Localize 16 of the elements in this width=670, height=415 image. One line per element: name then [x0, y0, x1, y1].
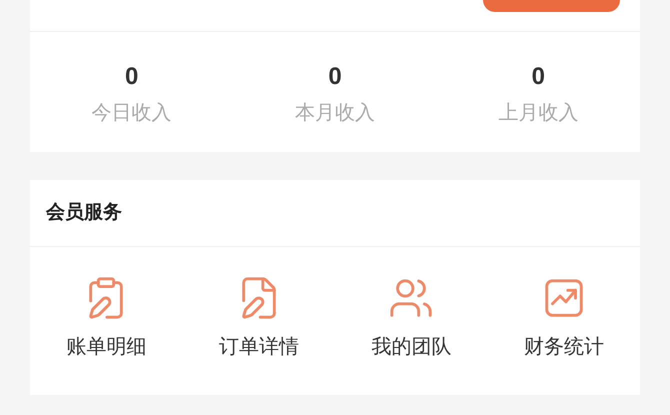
stat-value: 0 [328, 65, 342, 89]
service-label: 订单详情 [218, 337, 299, 357]
service-label: 财务统计 [524, 337, 604, 357]
stat-value: 0 [532, 65, 545, 89]
service-item[interactable]: 财务统计 [488, 275, 640, 357]
service-label: 我的团队 [371, 337, 452, 357]
stat-label: 今日收入 [92, 103, 172, 123]
service-item[interactable]: 订单详情 [182, 275, 335, 357]
stat-label: 上月收入 [498, 103, 578, 123]
stat-label: 本月收入 [294, 103, 375, 123]
action-button[interactable] [483, 0, 620, 12]
stat-value: 0 [124, 65, 138, 89]
section-title: 会员服务 [46, 200, 122, 225]
service-label: 账单明细 [66, 337, 146, 357]
service-item[interactable]: 我的团队 [335, 275, 488, 357]
service-item[interactable]: 账单明细 [30, 275, 182, 357]
